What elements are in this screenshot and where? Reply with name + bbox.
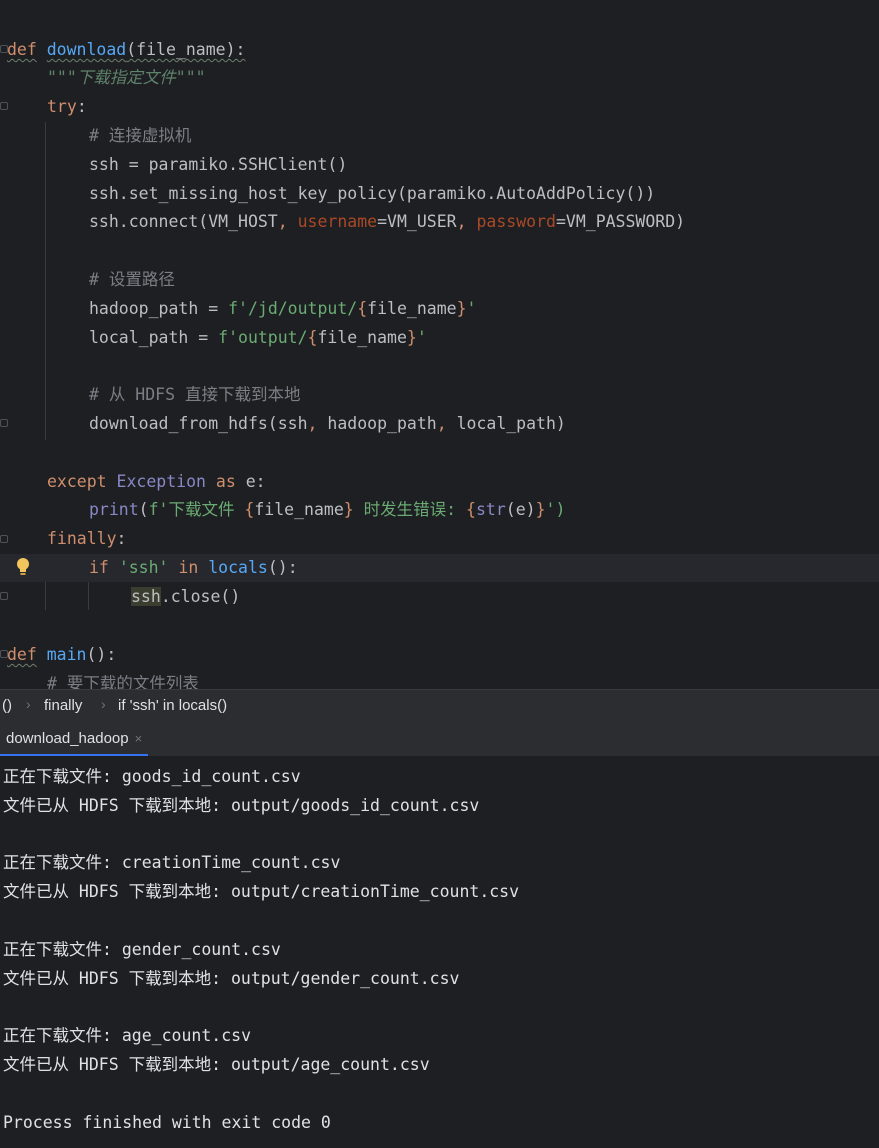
run-tool-window-tabs: download_hadoop ×	[0, 722, 879, 756]
code-line-comment-download[interactable]: # 从 HDFS 直接下载到本地	[89, 381, 300, 409]
code-line-ssh-client[interactable]: ssh = paramiko.SSHClient()	[89, 151, 347, 179]
console-line: Process finished with exit code 0	[3, 1113, 331, 1132]
code-line-def-main[interactable]: def main():	[7, 641, 116, 669]
console-line: 正在下载文件: creationTime_count.csv	[3, 853, 341, 872]
intention-bulb-icon[interactable]	[16, 557, 30, 577]
indent-guide	[45, 122, 46, 440]
code-line-download-call[interactable]: download_from_hdfs(ssh, hadoop_path, loc…	[89, 410, 566, 438]
code-line-comment-list[interactable]: # 要下载的文件列表	[47, 670, 199, 689]
fold-marker[interactable]	[0, 102, 8, 110]
code-line-docstring[interactable]: """下载指定文件"""	[47, 64, 206, 92]
code-line-def-download[interactable]: def download(file_name):	[7, 36, 245, 64]
console-line: 文件已从 HDFS 下载到本地: output/age_count.csv	[3, 1055, 430, 1074]
code-editor[interactable]: def download(file_name): """下载指定文件""" tr…	[0, 0, 879, 689]
fold-marker[interactable]	[0, 535, 8, 543]
console-line: 文件已从 HDFS 下载到本地: output/gender_count.csv	[3, 969, 460, 988]
chevron-right-icon: ›	[101, 696, 106, 712]
code-line-close[interactable]: ssh.close()	[131, 583, 240, 611]
code-line-print[interactable]: print(f'下载文件 {file_name} 时发生错误: {str(e)}…	[89, 496, 565, 524]
code-line-set-policy[interactable]: ssh.set_missing_host_key_policy(paramiko…	[89, 180, 655, 208]
code-line-try[interactable]: try:	[47, 93, 87, 121]
breadcrumb: () › finally › if 'ssh' in locals()	[0, 689, 879, 723]
tab-label: download_hadoop	[6, 730, 129, 747]
console-line: 文件已从 HDFS 下载到本地: output/creationTime_cou…	[3, 882, 520, 901]
tab-download-hadoop[interactable]: download_hadoop ×	[0, 722, 149, 756]
code-line-local-path[interactable]: local_path = f'output/{file_name}'	[89, 324, 427, 352]
code-line-except[interactable]: except Exception as e:	[47, 468, 266, 496]
close-icon[interactable]: ×	[135, 731, 143, 746]
code-line-comment-path[interactable]: # 设置路径	[89, 266, 175, 294]
code-line-if-ssh[interactable]: if 'ssh' in locals():	[89, 554, 298, 582]
console-line: 文件已从 HDFS 下载到本地: output/goods_id_count.c…	[3, 796, 480, 815]
indent-guide	[88, 582, 89, 610]
console-line: 正在下载文件: gender_count.csv	[3, 940, 281, 959]
fold-marker[interactable]	[0, 592, 8, 600]
code-line-finally[interactable]: finally:	[47, 525, 126, 553]
console-line: 正在下载文件: age_count.csv	[3, 1026, 252, 1045]
code-line-connect[interactable]: ssh.connect(VM_HOST, username=VM_USER, p…	[89, 208, 685, 236]
breadcrumb-item[interactable]: if 'ssh' in locals()	[118, 697, 227, 714]
code-line-comment-connect[interactable]: # 连接虚拟机	[89, 122, 191, 150]
breadcrumb-item[interactable]: ()	[2, 697, 12, 714]
fold-marker[interactable]	[0, 419, 8, 427]
breadcrumb-item[interactable]: finally	[44, 697, 82, 714]
chevron-right-icon: ›	[26, 696, 31, 712]
code-line-hadoop-path[interactable]: hadoop_path = f'/jd/output/{file_name}'	[89, 295, 476, 323]
run-console-output[interactable]: 正在下载文件: goods_id_count.csv 文件已从 HDFS 下载到…	[0, 756, 879, 1148]
indent-guide	[45, 582, 46, 610]
console-line: 正在下载文件: goods_id_count.csv	[3, 767, 301, 786]
